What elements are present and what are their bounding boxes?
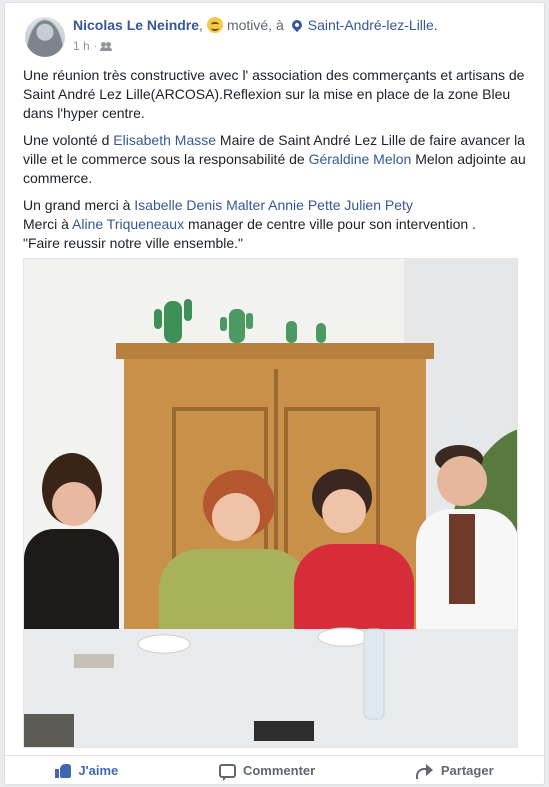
post-card: Nicolas Le Neindre, motivé, à Saint-Andr… xyxy=(4,2,545,785)
author-name[interactable]: Nicolas Le Neindre xyxy=(73,17,199,33)
like-button[interactable]: J'aime xyxy=(47,759,126,782)
post-photo[interactable] xyxy=(23,258,518,748)
share-arrow-icon xyxy=(415,763,434,779)
location-link[interactable]: Saint-André-lez-Lille. xyxy=(308,17,438,33)
paragraph-2: Une volonté d Elisabeth Masse Maire de S… xyxy=(23,131,532,188)
like-label: J'aime xyxy=(78,763,119,778)
meeting-photo-illustration xyxy=(24,259,517,747)
location-pin-icon xyxy=(289,17,304,33)
audience-friends-icon[interactable] xyxy=(100,41,113,51)
paragraph-3-text-c: manager de centre ville pour son interve… xyxy=(184,216,476,232)
paragraph-3-quote: "Faire reussir notre ville ensemble." xyxy=(23,235,244,251)
feeling-text: motivé, à xyxy=(226,17,284,33)
tag-geraldine-melon[interactable]: Géraldine Melon xyxy=(309,151,412,167)
post-body: Une réunion très constructive avec l' as… xyxy=(23,66,532,261)
paragraph-3-text-a: Un grand merci à xyxy=(23,197,135,213)
author-line: Nicolas Le Neindre, motivé, à Saint-Andr… xyxy=(73,17,438,33)
tag-aline-triqueneaux[interactable]: Aline Triqueneaux xyxy=(72,216,184,232)
author-avatar[interactable] xyxy=(25,17,65,57)
smiley-emoji-icon xyxy=(206,17,223,33)
feeling-prefix: , xyxy=(199,17,203,33)
comment-label: Commenter xyxy=(242,763,316,778)
tag-julien-pety[interactable]: Julien Pety xyxy=(344,197,412,213)
comment-button[interactable]: Commenter xyxy=(211,759,323,782)
tag-isabelle-denis-malter[interactable]: Isabelle Denis Malter xyxy=(134,197,265,213)
comment-bubble-icon xyxy=(218,763,236,781)
thumbs-up-icon xyxy=(55,763,72,778)
meta-separator: · xyxy=(93,40,98,52)
paragraph-3: Un grand merci à Isabelle Denis Malter A… xyxy=(23,196,532,253)
share-label: Partager xyxy=(440,763,494,778)
tag-elisabeth-masse[interactable]: Elisabeth Masse xyxy=(113,132,216,148)
paragraph-2-text-a: Une volonté d xyxy=(23,132,114,148)
share-button[interactable]: Partager xyxy=(408,759,502,782)
tag-annie-pette[interactable]: Annie Pette xyxy=(268,197,340,213)
paragraph-3-text-b: Merci à xyxy=(23,216,73,232)
paragraph-1: Une réunion très constructive avec l' as… xyxy=(23,66,532,123)
post-actions: J'aime Commenter Partager xyxy=(5,755,544,785)
post-timestamp[interactable]: 1 h xyxy=(73,39,90,53)
post-meta: 1 h · xyxy=(73,39,113,53)
paragraph-1-text: Une réunion très constructive avec l' as… xyxy=(23,67,525,121)
post-header: Nicolas Le Neindre, motivé, à Saint-Andr… xyxy=(25,17,534,61)
